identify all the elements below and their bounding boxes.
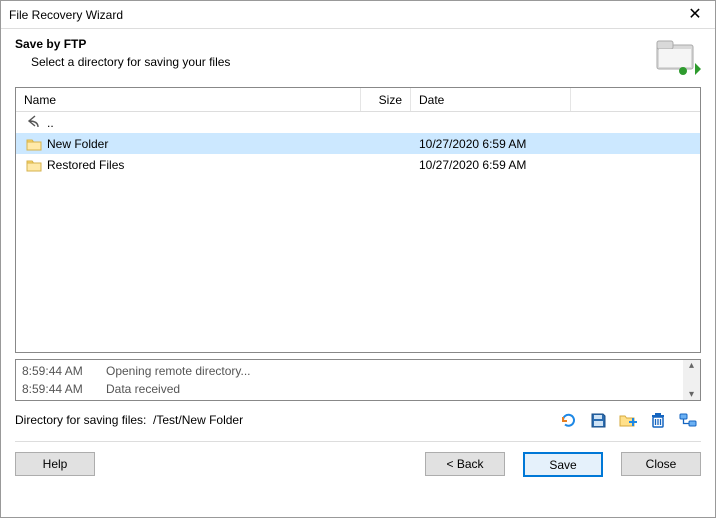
scroll-down-icon[interactable]: ▾ (689, 389, 694, 400)
col-header-size[interactable]: Size (361, 88, 411, 111)
new-folder-icon[interactable] (619, 411, 637, 429)
toolbar (559, 411, 701, 429)
divider (15, 441, 701, 442)
page-subtitle: Select a directory for saving your files (31, 55, 230, 69)
item-date: 10/27/2020 6:59 AM (411, 158, 571, 172)
item-date: 10/27/2020 6:59 AM (411, 137, 571, 151)
scroll-up-icon[interactable]: ▴ (689, 360, 694, 371)
log-panel: 8:59:44 AM Opening remote directory... 8… (15, 359, 701, 401)
delete-icon[interactable] (649, 411, 667, 429)
parent-directory-row[interactable]: .. (16, 112, 700, 133)
wizard-header: Save by FTP Select a directory for savin… (1, 29, 715, 87)
log-time: 8:59:44 AM (22, 380, 92, 398)
refresh-icon[interactable] (559, 411, 577, 429)
save-button[interactable]: Save (523, 452, 603, 477)
path-value: /Test/New Folder (153, 413, 243, 427)
list-item[interactable]: Restored Files 10/27/2020 6:59 AM (16, 154, 700, 175)
save-path: Directory for saving files: /Test/New Fo… (15, 413, 243, 427)
log-entry: 8:59:44 AM Data received (22, 380, 694, 398)
folder-icon (26, 158, 42, 172)
button-bar: Help < Back Save Close (1, 452, 715, 487)
log-scrollbar[interactable]: ▴ ▾ (683, 360, 700, 400)
path-label: Directory for saving files: (15, 413, 146, 427)
parent-dots: .. (47, 116, 54, 130)
window-title: File Recovery Wizard (9, 8, 123, 22)
item-name: New Folder (47, 137, 108, 151)
log-message: Data received (106, 380, 180, 398)
file-list[interactable]: .. New Folder 10/27/2020 6:59 AM (16, 112, 700, 352)
log-time: 8:59:44 AM (22, 362, 92, 380)
column-headers: Name Size Date (16, 88, 700, 112)
col-header-date[interactable]: Date (411, 88, 571, 111)
ftp-folder-icon (653, 37, 701, 77)
list-item[interactable]: New Folder 10/27/2020 6:59 AM (16, 133, 700, 154)
help-button[interactable]: Help (15, 452, 95, 476)
folder-icon (26, 137, 42, 151)
col-header-name[interactable]: Name (16, 88, 361, 111)
file-browser: Name Size Date .. New Folder (15, 87, 701, 353)
connection-icon[interactable] (679, 411, 697, 429)
close-icon[interactable]: ✕ (681, 7, 709, 23)
log-entry: 8:59:44 AM Opening remote directory... (22, 362, 694, 380)
back-arrow-icon (26, 114, 42, 131)
close-button[interactable]: Close (621, 452, 701, 476)
log-message: Opening remote directory... (106, 362, 251, 380)
item-name: Restored Files (47, 158, 124, 172)
back-button[interactable]: < Back (425, 452, 505, 476)
save-disk-icon[interactable] (589, 411, 607, 429)
titlebar: File Recovery Wizard ✕ (1, 1, 715, 29)
page-title: Save by FTP (15, 37, 230, 51)
